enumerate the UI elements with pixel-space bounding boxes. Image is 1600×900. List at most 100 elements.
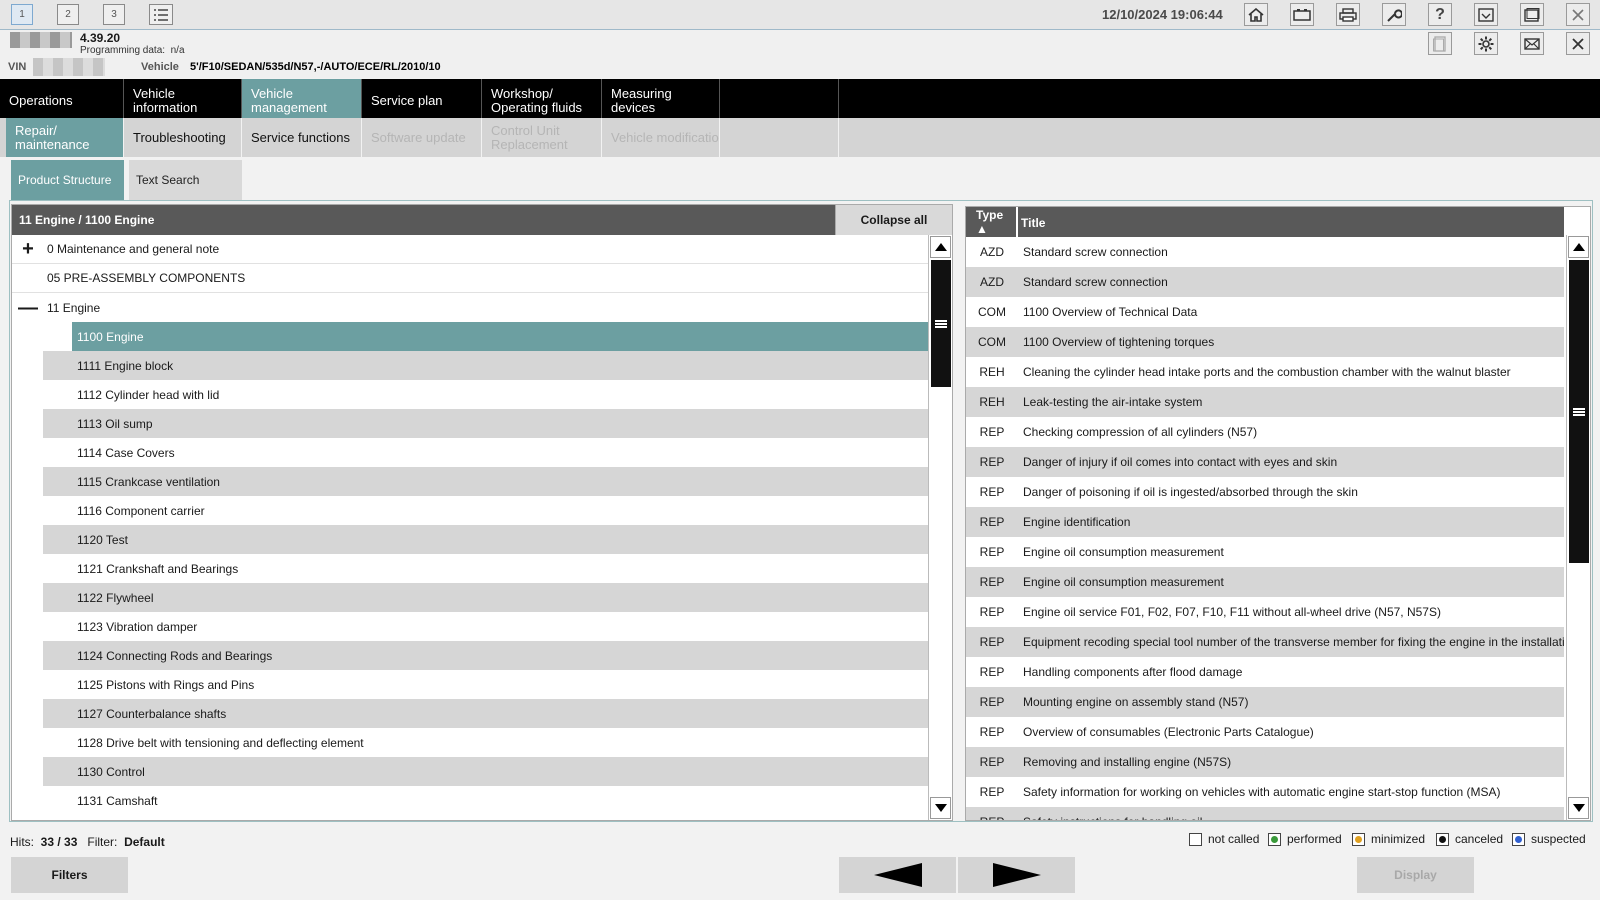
document-row[interactable]: AZD Standard screw connection [966, 267, 1564, 297]
document-row[interactable]: REP Handling components after flood damag… [966, 657, 1564, 687]
tree-item[interactable]: 1116 Component carrier [43, 496, 928, 525]
legend-performed: performed [1268, 832, 1342, 846]
close-icon[interactable] [1566, 3, 1590, 26]
tree-item[interactable]: 1113 Oil sump [43, 409, 928, 438]
workspace-1-button[interactable]: 1 [11, 4, 33, 25]
document-row[interactable]: REP Equipment recoding special tool numbe… [966, 627, 1564, 657]
nav-measuring-devices[interactable]: Measuring devices [602, 79, 720, 118]
tree-item[interactable]: 1111 Engine block [43, 351, 928, 380]
document-row[interactable]: REP Removing and installing engine (N57S) [966, 747, 1564, 777]
document-row[interactable]: REP Danger of poisoning if oil is ingeste… [966, 477, 1564, 507]
tree-item-selected[interactable]: 1100 Engine [72, 322, 928, 351]
document-row[interactable]: REP Engine oil consumption measurement [966, 537, 1564, 567]
tree-item-engine-group[interactable]: — 11 Engine [12, 293, 928, 322]
column-title-header[interactable]: Title [1021, 216, 1045, 230]
nav-vehicle-management[interactable]: Vehicle management [242, 79, 362, 118]
scroll-down-icon[interactable] [930, 797, 951, 819]
tree-item[interactable]: 1130 Control [43, 757, 928, 786]
workspace-3-button[interactable]: 3 [103, 4, 125, 25]
subnav-repair-maintenance[interactable]: Repair/ maintenance [6, 118, 124, 157]
subnav-troubleshooting[interactable]: Troubleshooting [124, 118, 242, 157]
document-title: Safety information for working on vehicl… [1023, 785, 1501, 799]
scroll-up-icon[interactable] [930, 236, 951, 258]
collapse-icon[interactable]: — [18, 298, 38, 318]
scroll-thumb[interactable] [1569, 260, 1589, 563]
document-type: REP [979, 485, 1005, 499]
next-button[interactable] [958, 857, 1075, 893]
nav-service-plan[interactable]: Service plan [362, 79, 482, 118]
help-icon[interactable]: ? [1428, 3, 1452, 26]
scroll-thumb[interactable] [931, 260, 951, 387]
document-row[interactable]: REP Engine oil consumption measurement [966, 567, 1564, 597]
list-view-icon[interactable] [149, 4, 173, 25]
workspace-2-button[interactable]: 2 [57, 4, 79, 25]
tree-item[interactable]: 1128 Drive belt with tensioning and defl… [43, 728, 928, 757]
close-session-icon[interactable] [1566, 32, 1590, 55]
mail-icon[interactable] [1520, 32, 1544, 55]
home-icon[interactable] [1244, 3, 1268, 26]
document-row[interactable]: REH Leak-testing the air-intake system [966, 387, 1564, 417]
battery-icon[interactable] [1290, 3, 1314, 26]
tree-item-pre-assembly[interactable]: 05 PRE-ASSEMBLY COMPONENTS [12, 264, 928, 293]
document-type: REP [979, 665, 1005, 679]
window-icon[interactable] [1520, 3, 1544, 26]
previous-button[interactable] [839, 857, 956, 893]
document-row[interactable]: REP Engine identification [966, 507, 1564, 537]
document-row[interactable]: REP Checking compression of all cylinders… [966, 417, 1564, 447]
tree-item[interactable]: 1131 Camshaft [43, 786, 928, 815]
document-row[interactable]: REP Mounting engine on assembly stand (N5… [966, 687, 1564, 717]
subnav-service-functions[interactable]: Service functions [242, 118, 362, 157]
legend-swatch [1512, 832, 1525, 846]
tree-scrollbar[interactable] [928, 235, 952, 820]
filters-button[interactable]: Filters [11, 857, 128, 893]
tree-item[interactable]: 1120 Test [43, 525, 928, 554]
subnav-software-update: Software update [362, 118, 482, 157]
tree-item[interactable]: 1125 Pistons with Rings and Pins [43, 670, 928, 699]
document-row[interactable]: COM 1100 Overview of tightening torques [966, 327, 1564, 357]
tree-item[interactable]: 1115 Crankcase ventilation [43, 467, 928, 496]
wrench-icon[interactable] [1382, 3, 1406, 26]
tab-text-search[interactable]: Text Search [129, 160, 242, 200]
tree-item[interactable]: 1122 Flywheel [43, 583, 928, 612]
document-row[interactable]: REH Cleaning the cylinder head intake por… [966, 357, 1564, 387]
scroll-up-icon[interactable] [1568, 236, 1589, 258]
tree-item[interactable]: 1123 Vibration damper [43, 612, 928, 641]
main-navigation: Operations Vehicle information Vehicle m… [0, 79, 1600, 118]
document-row[interactable]: COM 1100 Overview of Technical Data [966, 297, 1564, 327]
expand-icon[interactable]: + [19, 239, 37, 259]
gear-icon[interactable] [1474, 32, 1498, 55]
tree-item[interactable]: 1127 Counterbalance shafts [43, 699, 928, 728]
nav-vehicle-information[interactable]: Vehicle information [124, 79, 242, 118]
tree-item[interactable]: 1114 Case Covers [43, 438, 928, 467]
nav-operations[interactable]: Operations [0, 79, 124, 118]
documents-scrollbar[interactable] [1566, 235, 1590, 820]
document-row[interactable]: REP Engine oil service F01, F02, F07, F10… [966, 597, 1564, 627]
print-icon[interactable] [1336, 3, 1360, 26]
legend-suspected: suspected [1512, 832, 1586, 846]
redacted-logo [10, 32, 72, 48]
column-type-header[interactable]: Type ▲ [966, 207, 1018, 237]
document-row[interactable]: REP Overview of consumables (Electronic P… [966, 717, 1564, 747]
document-row[interactable]: AZD Standard screw connection [966, 237, 1564, 267]
document-icon[interactable] [1428, 32, 1452, 55]
tab-product-structure[interactable]: Product Structure [11, 160, 124, 200]
document-type: AZD [980, 275, 1004, 289]
document-row[interactable]: REPSafety instructions for handling oil [966, 807, 1564, 820]
tree-item-maintenance[interactable]: + 0 Maintenance and general note [12, 235, 928, 264]
minimize-icon[interactable] [1474, 3, 1498, 26]
document-type: REP [979, 545, 1005, 559]
vehicle-value: 5'/F10/SEDAN/535d/N57,-/AUTO/ECE/RL/2010… [190, 61, 441, 73]
tree-item[interactable]: 1121 Crankshaft and Bearings [43, 554, 928, 583]
redacted-vin [33, 58, 105, 76]
tree-item[interactable]: 1112 Cylinder head with lid [43, 380, 928, 409]
subnav-empty-slot [720, 118, 839, 157]
document-type: REH [979, 395, 1005, 409]
tree-item[interactable]: 1124 Connecting Rods and Bearings [43, 641, 928, 670]
collapse-all-button[interactable]: Collapse all [835, 205, 952, 235]
document-type: AZD [980, 245, 1004, 259]
scroll-down-icon[interactable] [1568, 797, 1589, 819]
document-row[interactable]: REP Danger of injury if oil comes into co… [966, 447, 1564, 477]
nav-workshop-operating-fluids[interactable]: Workshop/ Operating fluids [482, 79, 602, 118]
document-row[interactable]: REP Safety information for working on veh… [966, 777, 1564, 807]
tree-header: 11 Engine / 1100 Engine Collapse all [12, 205, 952, 235]
